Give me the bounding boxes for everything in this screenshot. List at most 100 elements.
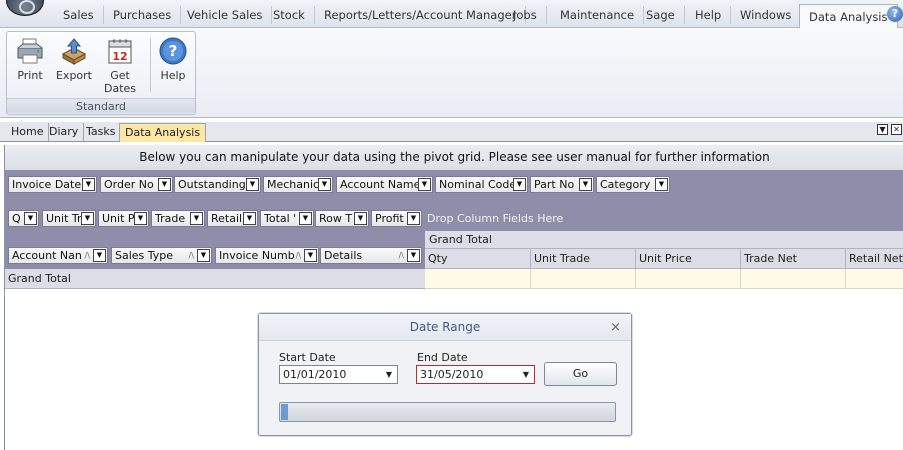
help-button[interactable]: ? Help <box>157 36 189 82</box>
dropdown-arrow-icon[interactable]: ▼ <box>579 178 592 191</box>
close-icon[interactable]: × <box>610 320 621 335</box>
dropdown-arrow-icon[interactable]: ▼ <box>134 212 147 225</box>
go-button[interactable]: Go <box>544 362 617 386</box>
data-field-label: Row T <box>319 212 353 225</box>
help-orb-icon[interactable]: ? <box>887 6 903 22</box>
tab-list-dropdown-icon[interactable]: ▼ <box>877 124 888 135</box>
data-field-unit-price[interactable]: Unit P ▼ <box>98 210 149 227</box>
printer-icon <box>17 38 43 64</box>
menu-tab-jobs[interactable]: Jobs <box>504 6 547 24</box>
start-date-combo[interactable]: 01/01/2010 ▼ <box>279 365 398 384</box>
menu-tab-sales[interactable]: Sales <box>54 6 104 24</box>
column-header-trade-net[interactable]: Trade Net <box>741 249 846 269</box>
filter-field-label: Nominal Code <box>439 178 517 191</box>
data-field-row-total[interactable]: Row T ▼ <box>315 210 369 227</box>
menu-tab-stock[interactable]: Stock <box>264 6 315 24</box>
chevron-down-icon[interactable]: ▼ <box>383 369 395 381</box>
get-dates-button[interactable]: 12 Get Dates <box>101 36 139 95</box>
row-field-label: Account Nan <box>12 249 82 262</box>
data-field-trade[interactable]: Trade ▼ <box>151 210 205 227</box>
filter-field-outstanding[interactable]: Outstanding ▼ <box>174 176 261 193</box>
filter-field-label: Part No <box>534 178 575 191</box>
end-date-label: End Date <box>417 351 468 364</box>
grand-total-cell-qty[interactable] <box>425 269 531 289</box>
grand-total-cell-unit-price[interactable] <box>636 269 741 289</box>
menu-tab-sage[interactable]: Sage <box>637 6 685 24</box>
menu-tab-maintenance[interactable]: Maintenance <box>551 6 645 24</box>
dropdown-arrow-icon[interactable]: ▼ <box>190 212 203 225</box>
column-header-unit-trade[interactable]: Unit Trade <box>531 249 636 269</box>
close-tab-icon[interactable]: ✕ <box>891 124 902 135</box>
dropdown-arrow-icon[interactable]: ▼ <box>304 249 317 262</box>
grand-total-cell-unit-trade[interactable] <box>531 269 636 289</box>
export-icon <box>61 38 87 65</box>
dropdown-arrow-icon[interactable]: ▼ <box>655 178 668 191</box>
dropdown-arrow-icon[interactable]: ▼ <box>407 212 420 225</box>
data-field-unit-trade[interactable]: Unit Tr ▼ <box>42 210 96 227</box>
filter-field-part-no[interactable]: Part No ▼ <box>530 176 594 193</box>
print-button[interactable]: Print <box>13 36 47 82</box>
application-menu-button[interactable] <box>6 0 44 16</box>
filter-field-nominal-code[interactable]: Nominal Code ▼ <box>435 176 528 193</box>
menu-tab-data-analysis[interactable]: Data Analysis <box>799 4 898 29</box>
dropdown-arrow-icon[interactable]: ▼ <box>24 212 37 225</box>
data-field-qty[interactable]: Q ▼ <box>8 210 39 227</box>
chevron-down-icon[interactable]: ▼ <box>520 369 532 381</box>
export-button[interactable]: Export <box>55 36 93 82</box>
data-field-total[interactable]: Total ' ▼ <box>260 210 314 227</box>
menu-tab-vehicle-sales[interactable]: Vehicle Sales <box>178 6 273 24</box>
menu-tab-reports[interactable]: Reports/Letters/Account Manager <box>315 6 527 24</box>
dropdown-arrow-icon[interactable]: ▼ <box>243 212 256 225</box>
sort-indicator-icon: /\ <box>84 251 90 260</box>
dropdown-arrow-icon[interactable]: ▼ <box>407 249 420 262</box>
get-dates-label-line1: Get <box>110 69 130 82</box>
dropdown-arrow-icon[interactable]: ▼ <box>354 212 367 225</box>
data-field-label: Trade <box>155 212 186 225</box>
dropdown-arrow-icon[interactable]: ▼ <box>158 178 171 191</box>
doc-tab-data-analysis[interactable]: Data Analysis <box>119 123 207 142</box>
grand-total-cell-trade-net[interactable] <box>741 269 846 289</box>
help-button-label: Help <box>160 69 186 82</box>
dropdown-arrow-icon[interactable]: ▼ <box>82 178 95 191</box>
calendar-icon: 12 <box>108 39 132 64</box>
filter-field-account-name[interactable]: Account Name ▼ <box>336 176 433 193</box>
dropdown-arrow-icon[interactable]: ▼ <box>299 212 312 225</box>
progress-bar <box>279 402 616 422</box>
filter-field-invoice-date[interactable]: Invoice Date ▼ <box>8 176 97 193</box>
row-field-details[interactable]: Details /\ ▼ <box>320 247 422 264</box>
dropdown-arrow-icon[interactable]: ▼ <box>81 212 94 225</box>
row-field-label: Details <box>324 249 363 262</box>
data-field-profit[interactable]: Profit ▼ <box>371 210 422 227</box>
data-field-retail[interactable]: Retail ▼ <box>207 210 258 227</box>
dropdown-arrow-icon[interactable]: ▼ <box>93 249 106 262</box>
filter-field-order-no[interactable]: Order No ▼ <box>100 176 173 193</box>
dropdown-arrow-icon[interactable]: ▼ <box>513 178 526 191</box>
data-field-label: Profit <box>375 212 404 225</box>
dropdown-arrow-icon[interactable]: ▼ <box>197 249 210 262</box>
doc-tab-home[interactable]: Home <box>6 123 50 142</box>
filter-field-label: Outstanding <box>178 178 246 191</box>
column-grand-total-header: Grand Total <box>425 231 903 249</box>
row-field-sales-type[interactable]: Sales Type /\ ▼ <box>111 247 212 264</box>
doc-tab-diary[interactable]: Diary <box>44 123 85 142</box>
grand-total-cell-retail-net[interactable] <box>846 269 903 289</box>
dropdown-arrow-icon[interactable]: ▼ <box>246 178 259 191</box>
doc-tab-tasks[interactable]: Tasks <box>81 123 122 142</box>
drop-column-fields-hint: Drop Column Fields Here <box>427 212 564 225</box>
dropdown-arrow-icon[interactable]: ▼ <box>318 178 331 191</box>
end-date-value: 31/05/2010 <box>420 368 484 381</box>
row-field-label: Invoice Numb <box>219 249 295 262</box>
row-field-invoice-number[interactable]: Invoice Numb /\ ▼ <box>215 247 319 264</box>
filter-field-label: Invoice Date <box>12 178 82 191</box>
column-header-unit-price[interactable]: Unit Price <box>636 249 741 269</box>
end-date-combo[interactable]: 31/05/2010 ▼ <box>416 365 535 384</box>
menu-tab-purchases[interactable]: Purchases <box>104 6 182 24</box>
menu-tab-windows[interactable]: Windows <box>731 6 800 24</box>
column-header-qty[interactable]: Qty <box>425 249 531 269</box>
row-field-account-name[interactable]: Account Nan /\ ▼ <box>8 247 108 264</box>
dropdown-arrow-icon[interactable]: ▼ <box>418 178 431 191</box>
column-header-retail-net[interactable]: Retail Net <box>846 249 903 269</box>
filter-field-category[interactable]: Category ▼ <box>596 176 670 193</box>
filter-field-mechanic[interactable]: Mechanic ▼ <box>263 176 333 193</box>
menu-tab-help[interactable]: Help <box>686 6 732 24</box>
